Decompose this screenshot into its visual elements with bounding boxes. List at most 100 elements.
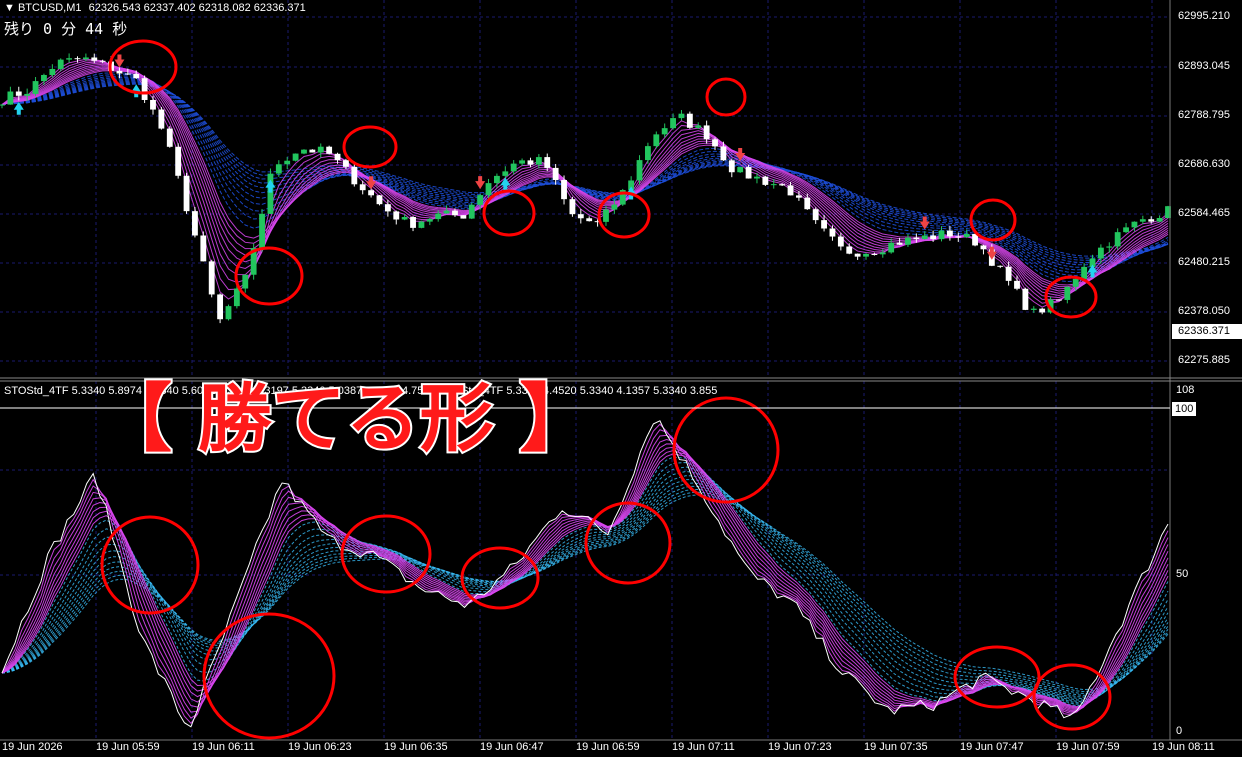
candle-body bbox=[1014, 280, 1020, 289]
candle-body bbox=[443, 210, 450, 214]
candle-body bbox=[552, 167, 559, 180]
candle-body bbox=[24, 93, 31, 96]
candle-body bbox=[1030, 308, 1037, 310]
candle-body bbox=[460, 215, 467, 219]
candle-body bbox=[678, 113, 685, 119]
candle-body bbox=[200, 235, 207, 262]
candle-body bbox=[997, 265, 1004, 267]
candle-body bbox=[259, 213, 265, 249]
candle-body bbox=[1148, 219, 1155, 222]
candle-body bbox=[1081, 266, 1088, 279]
price-label: 62995.210 bbox=[1178, 10, 1230, 22]
time-label: 19 Jun 07:11 bbox=[672, 741, 735, 753]
candle-body bbox=[661, 128, 668, 135]
price-label: 62893.045 bbox=[1178, 60, 1230, 72]
candle-body bbox=[359, 184, 366, 191]
candle-body bbox=[871, 253, 878, 255]
candle-body bbox=[141, 78, 148, 100]
candle-body bbox=[779, 184, 786, 186]
candle-body bbox=[66, 58, 73, 60]
candle-body bbox=[49, 68, 56, 75]
candle-body bbox=[175, 146, 182, 176]
candle-body bbox=[510, 163, 517, 172]
candle-body bbox=[1056, 299, 1062, 301]
candle-body bbox=[980, 245, 987, 250]
candle-body bbox=[821, 220, 827, 229]
candle-body bbox=[32, 81, 39, 94]
candle-body bbox=[150, 99, 156, 110]
candle-body bbox=[846, 246, 853, 254]
candle-body bbox=[435, 213, 442, 220]
candle-body bbox=[1072, 278, 1079, 287]
price-label: 62275.885 bbox=[1178, 354, 1230, 366]
candle-body bbox=[720, 146, 727, 161]
time-label: 19 Jun 07:35 bbox=[864, 741, 928, 753]
candle-body bbox=[1114, 232, 1121, 247]
candle-body bbox=[770, 184, 777, 186]
candle-body bbox=[1139, 219, 1146, 222]
candle-body bbox=[905, 237, 911, 245]
candle-body bbox=[351, 166, 358, 185]
candle-body bbox=[703, 125, 710, 140]
candle-body bbox=[317, 146, 324, 153]
candle-body bbox=[854, 253, 861, 257]
candle-body bbox=[804, 197, 811, 210]
candle-body bbox=[1156, 218, 1163, 222]
indicator-scale-top: 108 bbox=[1176, 384, 1195, 396]
candle-body bbox=[863, 253, 869, 257]
candle-body bbox=[1064, 286, 1071, 300]
time-label: 19 Jun 2026 bbox=[2, 741, 63, 753]
stoch-line-fast bbox=[1, 446, 1169, 709]
candle-body bbox=[737, 167, 744, 173]
ohlc-values: 62326.543 62337.402 62318.082 62336.371 bbox=[88, 2, 306, 14]
candle-body bbox=[292, 153, 299, 161]
candle-body bbox=[309, 149, 316, 153]
symbol-label: BTCUSD,M1 bbox=[17, 2, 82, 14]
candle-body bbox=[133, 73, 140, 79]
candle-body bbox=[754, 176, 760, 179]
candle-body bbox=[1131, 221, 1138, 228]
candle-body bbox=[41, 74, 47, 82]
candle-body bbox=[561, 179, 567, 200]
current-price-tag: 62336.371 bbox=[1172, 324, 1242, 339]
candle-body bbox=[192, 211, 198, 236]
candle-body bbox=[586, 218, 593, 222]
candle-body bbox=[636, 160, 643, 181]
candle-body bbox=[670, 118, 676, 129]
candle-body bbox=[326, 146, 333, 154]
candle-body bbox=[913, 237, 920, 240]
candle-body bbox=[7, 91, 14, 105]
price-label: 62378.050 bbox=[1178, 305, 1230, 317]
candle-body bbox=[938, 230, 945, 240]
stoch-line-fast bbox=[1, 429, 1169, 719]
dropdown-icon[interactable]: ▼ bbox=[4, 2, 15, 14]
overlay-title: 【 勝てる形 】 bbox=[96, 374, 596, 464]
time-label: 19 Jun 06:47 bbox=[480, 741, 544, 753]
indicator-scale-50: 50 bbox=[1176, 568, 1189, 580]
highlight-circle bbox=[672, 396, 780, 504]
candle-body bbox=[535, 157, 542, 165]
stoch-line-slow bbox=[1, 462, 1169, 705]
candle-body bbox=[896, 242, 903, 245]
down-arrow-icon bbox=[114, 54, 125, 68]
candle-body bbox=[225, 306, 232, 320]
stoch-line-slow bbox=[1, 479, 1169, 700]
candle-body bbox=[233, 288, 240, 307]
candle-body bbox=[611, 204, 618, 210]
candle-body bbox=[762, 176, 769, 185]
candle-body bbox=[334, 153, 341, 161]
candle-body bbox=[158, 109, 165, 129]
candle-body bbox=[57, 59, 64, 69]
candle-body bbox=[376, 195, 383, 205]
time-label: 19 Jun 07:47 bbox=[960, 741, 1024, 753]
highlight-circle bbox=[705, 77, 747, 117]
candle-body bbox=[812, 209, 819, 221]
candle-body bbox=[494, 175, 500, 184]
candle-body bbox=[653, 134, 660, 147]
candle-body bbox=[0, 104, 5, 106]
candle-body bbox=[686, 113, 693, 128]
candle-body bbox=[527, 160, 534, 165]
time-label: 19 Jun 06:23 bbox=[288, 741, 352, 753]
candle-body bbox=[1005, 266, 1012, 281]
price-label: 62788.795 bbox=[1178, 109, 1230, 121]
